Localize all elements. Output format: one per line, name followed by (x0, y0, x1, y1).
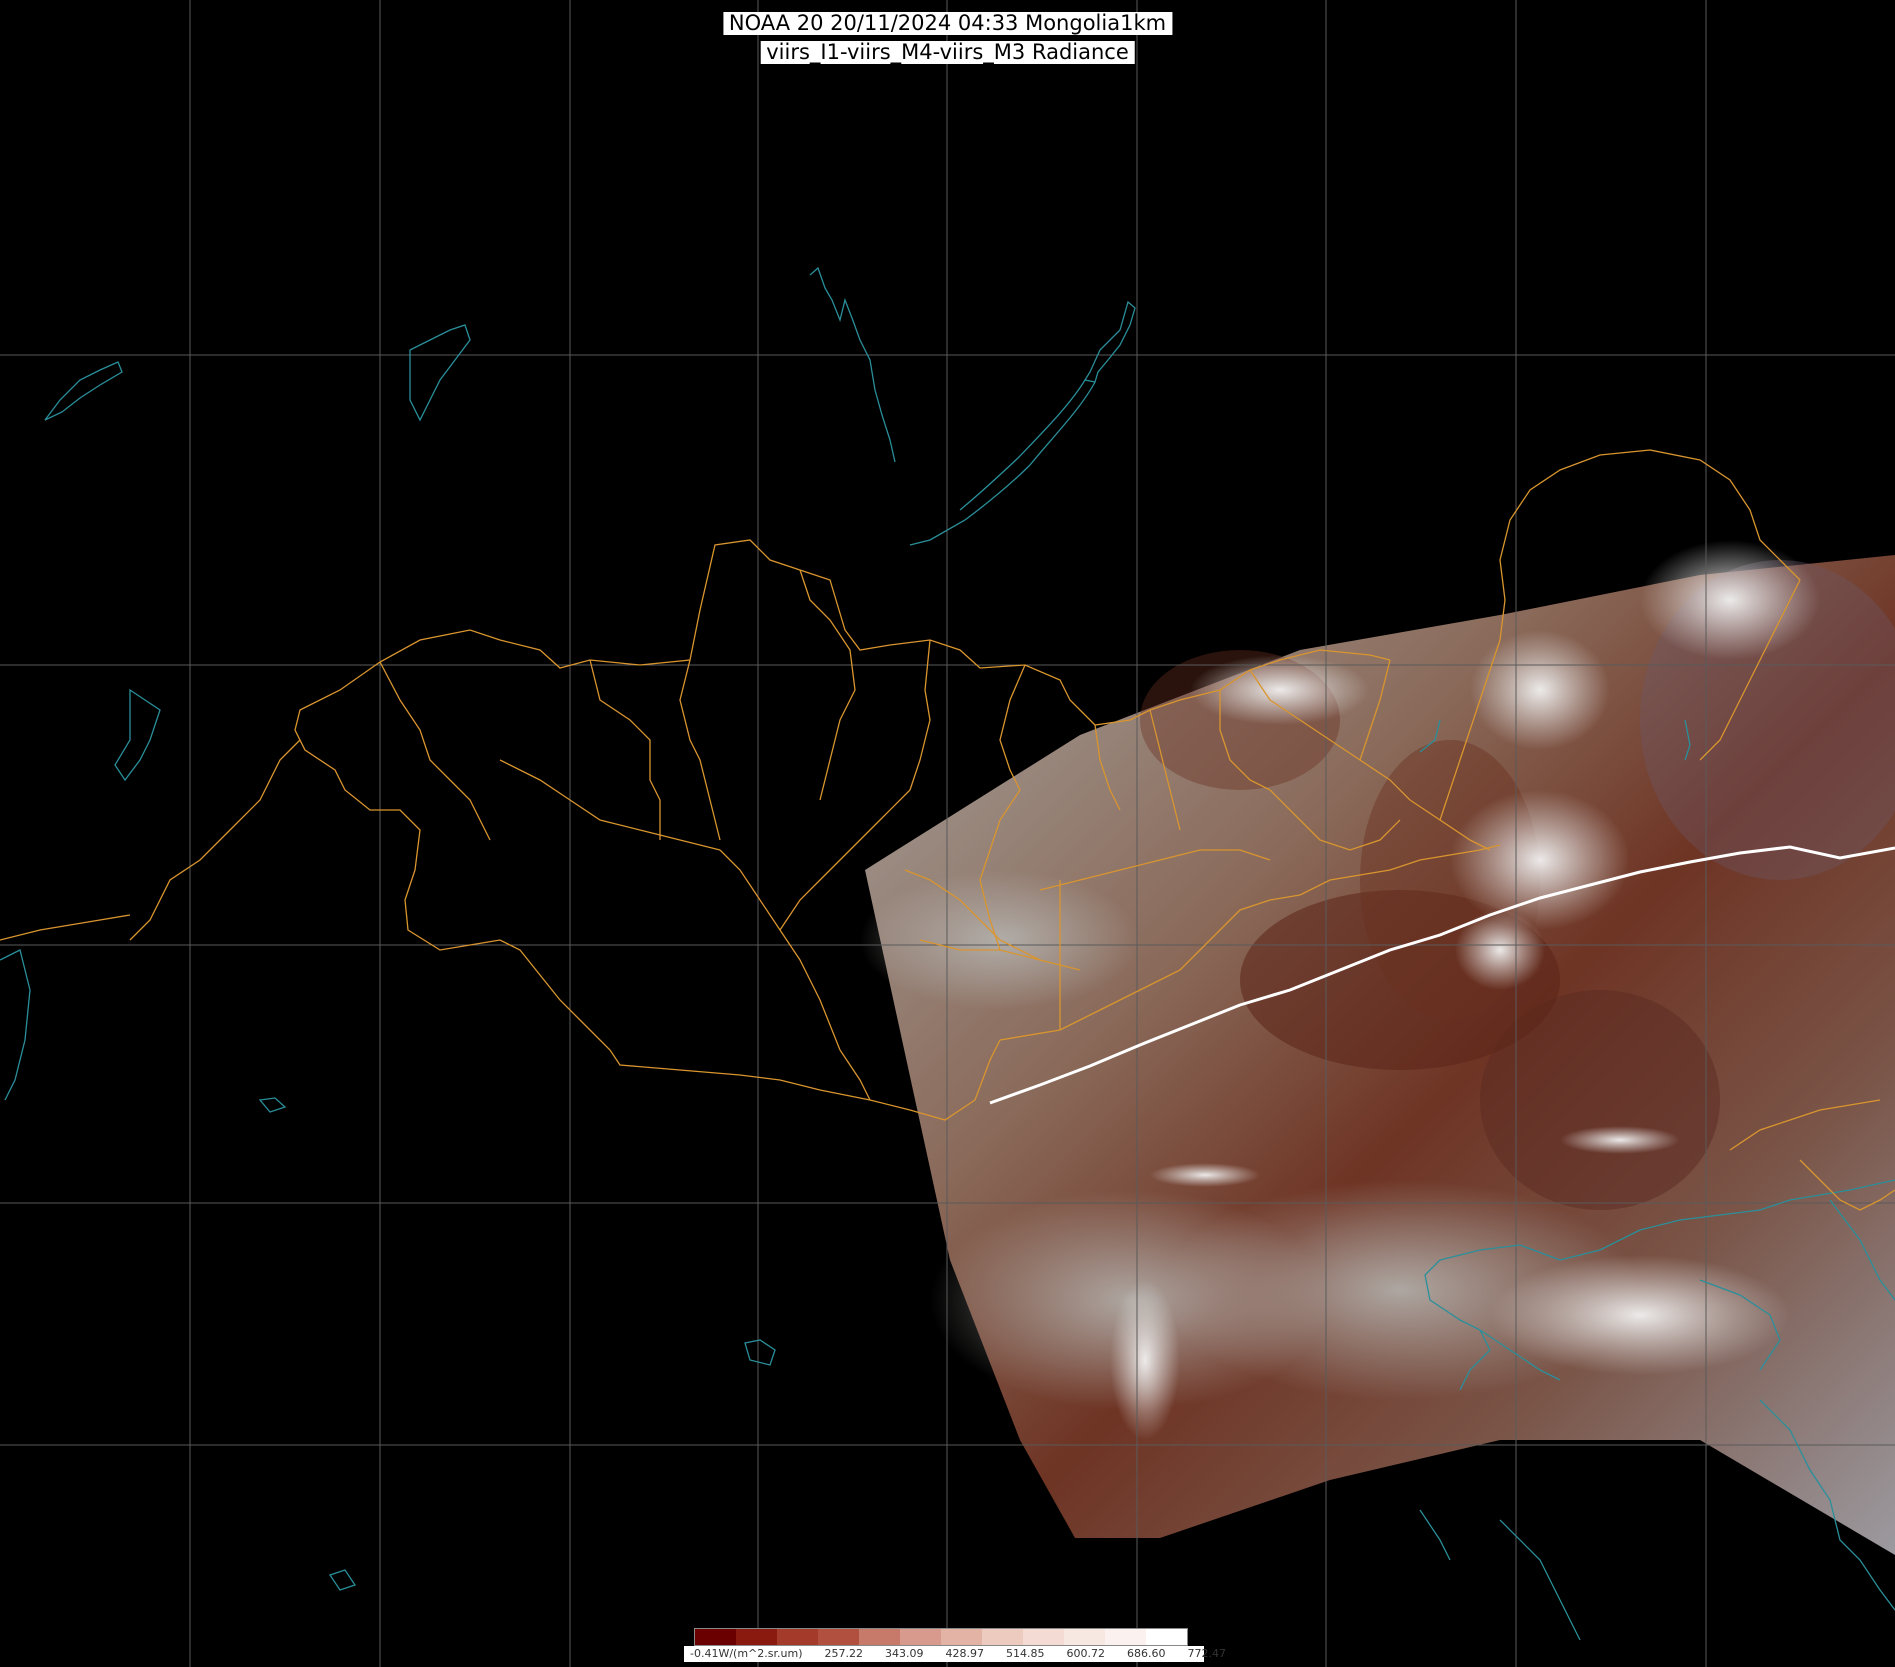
legend-label: 686.60 (1126, 1647, 1166, 1660)
legend-swatch (1146, 1629, 1187, 1645)
legend-labels: -0.41W/(m^2.sr.um) 257.22 343.09 428.97 514.… (684, 1646, 1226, 1662)
legend-swatch (859, 1629, 900, 1645)
map-title-line1: NOAA 20 20/11/2024 04:33 Mongolia1km (722, 12, 1173, 35)
map-canvas[interactable] (0, 0, 1895, 1667)
legend-label: 772.47 (1187, 1647, 1226, 1660)
legend-swatch (695, 1629, 736, 1645)
legend-swatch (736, 1629, 777, 1645)
legend-swatch (1023, 1629, 1064, 1645)
legend-label: 600.72 (1066, 1647, 1105, 1660)
legend-color-bar (694, 1628, 1188, 1646)
legend-swatch (941, 1629, 982, 1645)
legend-swatch (900, 1629, 941, 1645)
legend-label: 257.22 (824, 1647, 863, 1660)
legend-label: 514.85 (1005, 1647, 1045, 1660)
legend-swatch (982, 1629, 1023, 1645)
radiance-legend: -0.41W/(m^2.sr.um) 257.22 343.09 428.97 514.… (684, 1626, 1226, 1667)
legend-swatch (1064, 1629, 1105, 1645)
satellite-swath (860, 540, 1895, 1555)
legend-swatch (818, 1629, 859, 1645)
map-title-line2: viirs_I1-viirs_M4-viirs_M3 Radiance (760, 41, 1135, 64)
legend-label: 343.09 (884, 1647, 924, 1660)
legend-swatch (777, 1629, 818, 1645)
legend-swatch (1105, 1629, 1146, 1645)
legend-label: -0.41W/(m^2.sr.um) (690, 1647, 803, 1660)
legend-label: 428.97 (945, 1647, 984, 1660)
map-viewer[interactable]: NOAA 20 20/11/2024 04:33 Mongolia1km vii… (0, 0, 1895, 1667)
